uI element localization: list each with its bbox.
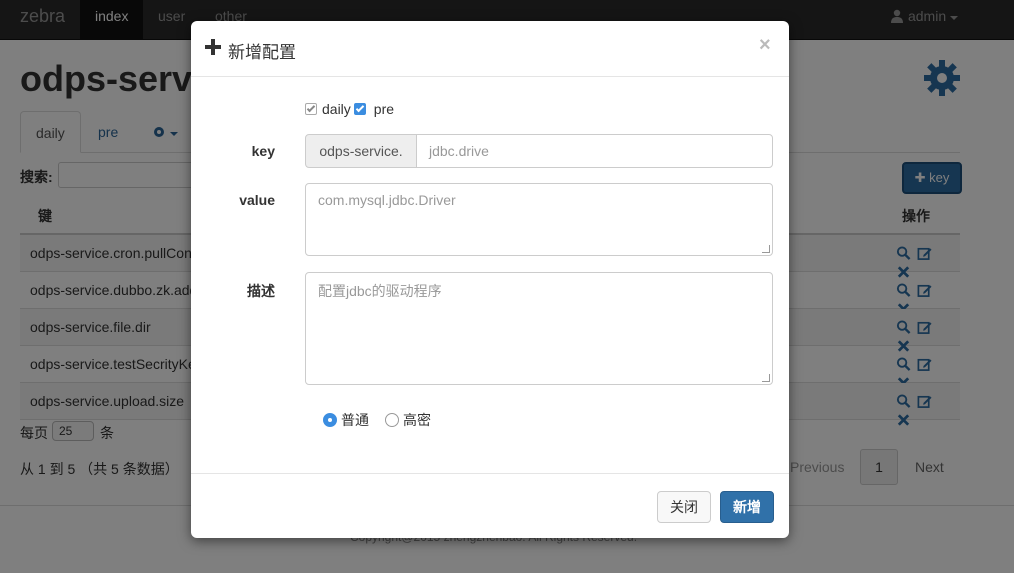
daily-checkbox[interactable]	[305, 103, 317, 115]
env-checkbox-group: daily pre	[305, 101, 397, 119]
level-radio-group: 普通 高密	[323, 410, 447, 430]
modal-header: 新增配置 ×	[191, 21, 789, 77]
close-button[interactable]: 关闭	[657, 491, 711, 523]
resize-handle[interactable]	[762, 374, 770, 382]
value-label: value	[239, 192, 275, 208]
radio-secret-label: 高密	[403, 412, 431, 428]
description-label: 描述	[247, 283, 275, 299]
description-placeholder: 配置jdbc的驱动程序	[318, 283, 442, 299]
pre-checkbox-label: pre	[373, 101, 395, 117]
submit-button[interactable]: 新增	[720, 491, 774, 523]
radio-normal[interactable]	[323, 413, 337, 427]
pre-checkbox[interactable]	[353, 103, 366, 115]
key-input[interactable]: jdbc.drive	[416, 134, 773, 168]
radio-secret[interactable]	[385, 413, 399, 427]
modal-footer: 关闭 新增	[191, 473, 789, 538]
modal-title: 新增配置	[228, 43, 296, 62]
key-label: key	[251, 143, 275, 159]
key-prefix-addon: odps-service.	[305, 134, 417, 168]
description-textarea[interactable]: 配置jdbc的驱动程序	[305, 272, 773, 385]
plus-icon	[205, 39, 221, 55]
value-placeholder: com.mysql.jdbc.Driver	[318, 192, 456, 208]
radio-normal-label: 普通	[341, 412, 369, 428]
daily-checkbox-label: daily	[322, 101, 351, 117]
close-icon[interactable]: ×	[759, 34, 771, 57]
value-textarea[interactable]: com.mysql.jdbc.Driver	[305, 183, 773, 256]
add-config-modal: 新增配置 × daily pre key odps-service. jdbc.d…	[191, 21, 789, 538]
resize-handle[interactable]	[762, 245, 770, 253]
